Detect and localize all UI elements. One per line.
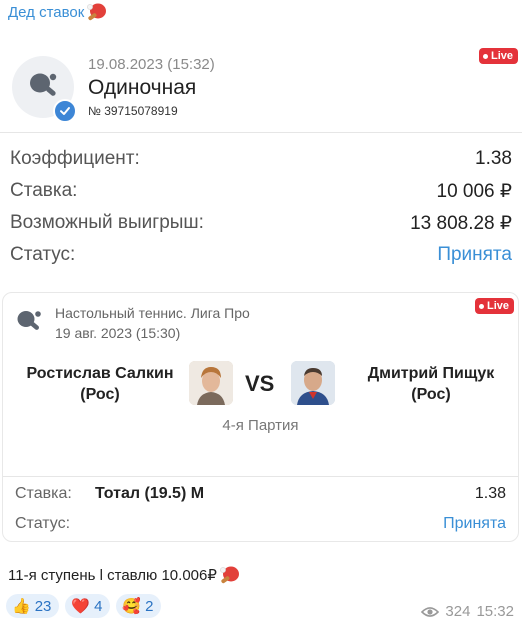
odds-row: Коэффициент: 1.38	[10, 148, 512, 170]
heart-icon: ❤️	[71, 597, 91, 615]
eye-icon	[421, 606, 440, 617]
caption-text: 11-я ступень l ставлю 10.006₽	[8, 567, 217, 584]
event-bet-row: Ставка: Тотал (19.5) М 1.38	[15, 485, 506, 503]
bet-number: № 39715078919	[88, 104, 178, 118]
message-caption: 11-я ступень l ставлю 10.006₽	[8, 565, 241, 585]
ticket-datetime: 19.08.2023 (15:32)	[88, 56, 215, 73]
message-meta: 324 15:32	[421, 603, 514, 620]
event-live-label: Live	[486, 300, 509, 312]
live-dot-icon	[482, 53, 488, 59]
reaction-thumbs-up[interactable]: 👍 23	[6, 594, 60, 618]
event-live-badge: Live	[474, 298, 514, 314]
channel-title: Дед ставок	[8, 3, 85, 21]
ping-pong-paddle-icon	[219, 566, 239, 584]
channel-name[interactable]: Дед ставок	[8, 2, 108, 22]
player-1-name: Ростислав Салкин	[26, 365, 174, 382]
reactions-bar: 👍 23 ❤️ 4 🥰 2	[6, 594, 162, 618]
reaction-count: 4	[94, 597, 103, 615]
bet-ticket-card: 19.08.2023 (15:32) Одиночная № 397150789…	[0, 34, 522, 274]
player-2-name: Дмитрий Пищук	[367, 365, 495, 382]
event-bet-market: Тотал (19.5) М	[95, 485, 205, 502]
event-bet-odds: 1.38	[474, 485, 506, 502]
live-label: Live	[490, 50, 513, 62]
status-value: Принята	[437, 244, 512, 265]
views-count: 324	[445, 603, 471, 620]
event-status-value: Принята	[443, 515, 506, 532]
reaction-count: 2	[145, 597, 154, 615]
player-1: Ростислав Салкин (Рос)	[17, 363, 183, 405]
table-tennis-icon	[17, 311, 41, 330]
event-card: Live Настольный теннис. Лига Про 19 авг.…	[2, 292, 519, 542]
player-1-photo	[189, 361, 233, 405]
event-bet-label: Ставка:	[15, 485, 72, 502]
status-label: Статус:	[10, 244, 76, 265]
reaction-count: 23	[34, 597, 52, 615]
reaction-heart[interactable]: ❤️ 4	[65, 594, 111, 618]
thumbs-up-icon: 👍	[12, 597, 31, 615]
league-name: Настольный теннис. Лига Про	[55, 305, 250, 321]
table-tennis-icon	[30, 73, 57, 96]
player-2: Дмитрий Пищук (Рос)	[351, 363, 511, 405]
divider	[3, 476, 518, 477]
verified-check-icon	[53, 99, 77, 123]
payout-row: Возможный выигрыш: 13 808.28 ₽	[10, 212, 512, 235]
bet-type-title: Одиночная	[88, 76, 197, 99]
event-datetime: 19 авг. 2023 (15:30)	[55, 325, 181, 341]
stake-value: 10 006 ₽	[436, 181, 512, 202]
odds-label: Коэффициент:	[10, 148, 140, 169]
message-time: 15:32	[476, 603, 514, 620]
set-label: 4-я Партия	[222, 417, 299, 434]
player-2-country: (Рос)	[411, 386, 451, 403]
ping-pong-paddle-icon	[87, 3, 107, 21]
payout-label: Возможный выигрыш:	[10, 212, 204, 233]
status-row: Статус: Принята	[10, 244, 512, 266]
live-badge: Live	[478, 48, 518, 64]
versus-label: VS	[245, 371, 275, 396]
payout-value: 13 808.28 ₽	[410, 213, 512, 234]
stake-label: Ставка:	[10, 180, 78, 201]
divider	[0, 132, 522, 133]
event-status-row: Статус: Принята	[15, 515, 506, 533]
stake-row: Ставка: 10 006 ₽	[10, 180, 512, 203]
reaction-smiling-hearts[interactable]: 🥰 2	[116, 594, 162, 618]
odds-value: 1.38	[475, 148, 512, 169]
live-dot-icon	[478, 303, 484, 309]
player-1-country: (Рос)	[80, 386, 120, 403]
player-2-photo	[291, 361, 335, 405]
smiling-face-hearts-icon: 🥰	[122, 597, 142, 615]
event-status-label: Статус:	[15, 515, 71, 532]
